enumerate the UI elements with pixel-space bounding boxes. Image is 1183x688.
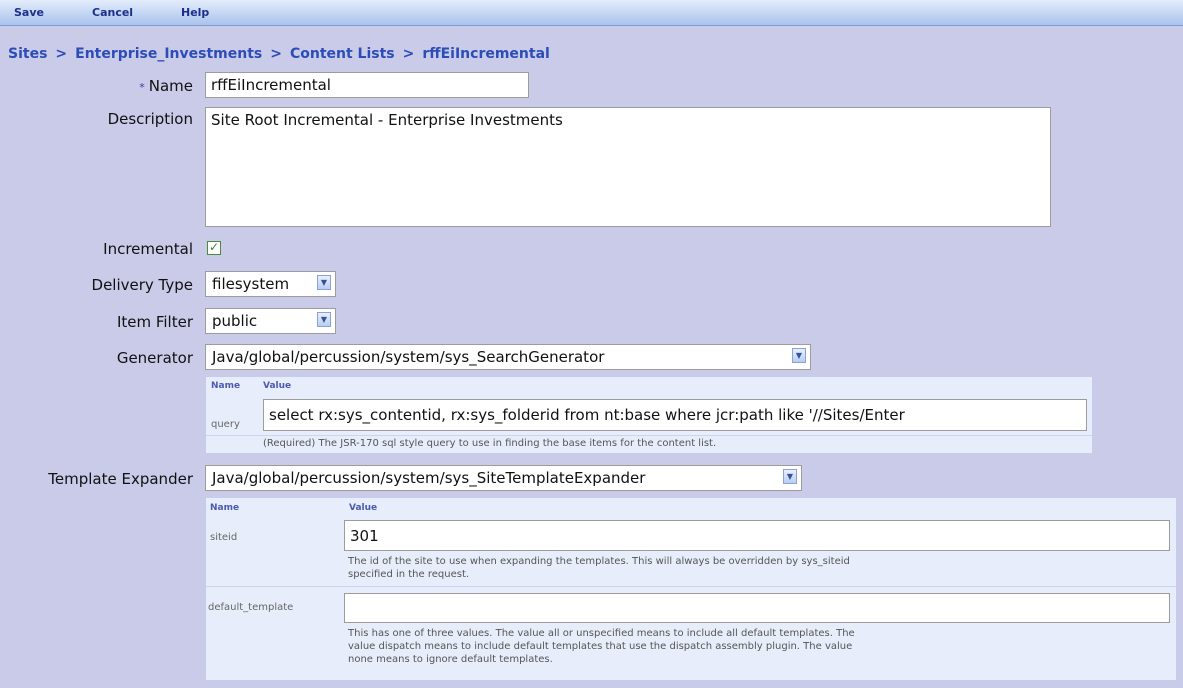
query-hint: (Required) The JSR-170 sql style query t… [263, 438, 717, 449]
name-input[interactable]: rffEiIncremental [205, 72, 529, 98]
generator-select[interactable]: Java/global/percussion/system/sys_Search… [205, 344, 811, 370]
column-header-value: Value [263, 381, 292, 391]
cancel-button[interactable]: Cancel [92, 6, 133, 19]
help-button[interactable]: Help [181, 6, 209, 19]
expander-params-table: Name Value siteid 301 The id of the site… [205, 497, 1177, 681]
toolbar: Save Cancel Help [0, 0, 1183, 26]
save-button[interactable]: Save [14, 6, 44, 19]
query-input[interactable]: select rx:sys_contentid, rx:sys_folderid… [263, 399, 1087, 431]
description-textarea[interactable]: Site Root Incremental - Enterprise Inves… [205, 107, 1051, 227]
checkmark-icon: ✓ [208, 240, 220, 254]
chevron-down-icon: ▼ [317, 312, 331, 327]
item-filter-select[interactable]: public ▼ [205, 308, 336, 334]
param-name-default-template: default_template [208, 602, 294, 613]
name-label: * Name [139, 77, 193, 95]
description-label: Description [107, 110, 193, 128]
item-filter-value: public [212, 312, 258, 330]
default-template-hint-line-3: none means to ignore default templates. [348, 654, 553, 665]
default-template-hint-line-2: value dispatch means to include default … [348, 641, 853, 652]
generator-params-table: Name Value query select rx:sys_contentid… [205, 376, 1093, 454]
breadcrumb-separator: > [402, 46, 415, 62]
delivery-type-select[interactable]: filesystem ▼ [205, 271, 336, 297]
name-label-text: Name [148, 77, 193, 95]
template-expander-value: Java/global/percussion/system/sys_SiteTe… [212, 469, 646, 487]
breadcrumb-enterprise-investments[interactable]: Enterprise_Investments [75, 46, 262, 62]
column-header-name: Name [210, 503, 240, 513]
siteid-hint-line-2: specified in the request. [348, 569, 470, 580]
required-marker: * [139, 81, 145, 94]
column-header-name: Name [211, 381, 241, 391]
breadcrumb-content-lists[interactable]: Content Lists [290, 46, 395, 62]
chevron-down-icon: ▼ [317, 275, 331, 290]
delivery-type-value: filesystem [212, 275, 290, 293]
generator-value: Java/global/percussion/system/sys_Search… [212, 348, 605, 366]
breadcrumb-separator: > [55, 46, 68, 62]
breadcrumb-sites[interactable]: Sites [8, 46, 47, 62]
param-name-query: query [211, 419, 240, 430]
item-filter-label: Item Filter [116, 313, 193, 331]
divider [206, 586, 1176, 587]
chevron-down-icon: ▼ [783, 469, 797, 484]
generator-label: Generator [116, 349, 193, 367]
siteid-hint-line-1: The id of the site to use when expanding… [348, 556, 850, 567]
divider [206, 435, 1092, 436]
default-template-input[interactable] [344, 593, 1170, 623]
incremental-checkbox[interactable]: ✓ [207, 241, 221, 255]
breadcrumb: Sites > Enterprise_Investments > Content Lis… [8, 46, 550, 62]
default-template-hint-line-1: This has one of three values. The value … [348, 628, 855, 639]
column-header-value: Value [349, 503, 378, 513]
incremental-label: Incremental [103, 240, 193, 258]
breadcrumb-current: rffEiIncremental [422, 46, 550, 62]
template-expander-select[interactable]: Java/global/percussion/system/sys_SiteTe… [205, 465, 802, 491]
template-expander-label: Template Expander [48, 470, 193, 488]
delivery-type-label: Delivery Type [91, 276, 193, 294]
siteid-input[interactable]: 301 [344, 520, 1170, 551]
chevron-down-icon: ▼ [792, 348, 806, 363]
param-name-siteid: siteid [210, 532, 238, 543]
breadcrumb-separator: > [270, 46, 282, 62]
